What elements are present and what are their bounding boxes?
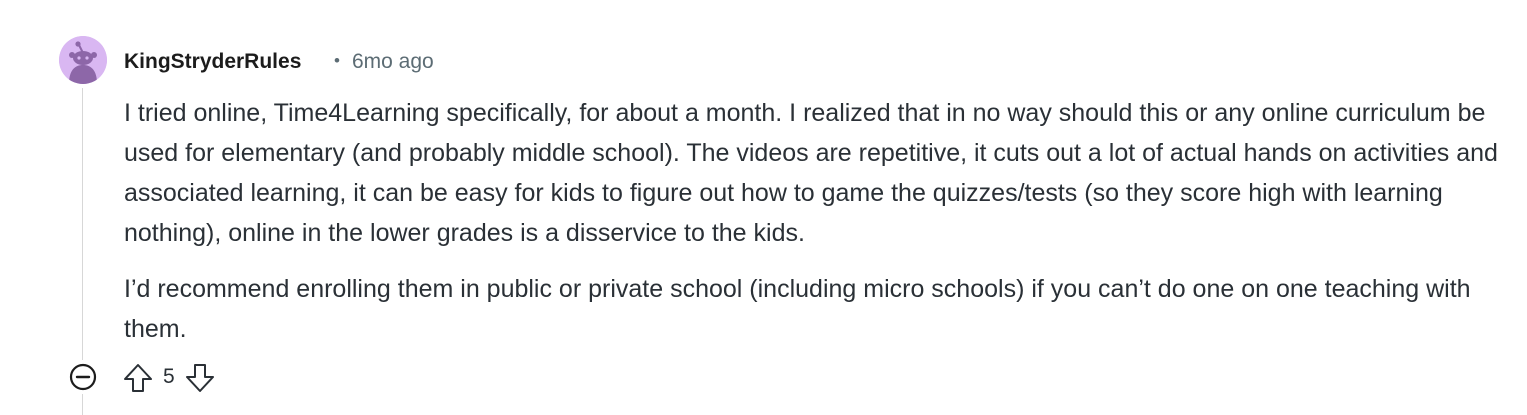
vote-score: 5	[163, 365, 175, 388]
upvote-arrow-icon	[124, 364, 152, 392]
upvote-button[interactable]	[121, 361, 155, 395]
downvote-arrow-icon	[186, 364, 214, 392]
snoo-avatar-icon	[59, 36, 107, 84]
collapse-minus-icon	[69, 363, 97, 391]
timestamp[interactable]: 6mo ago	[352, 50, 434, 74]
comment: KingStryderRules • 6mo ago I tried onlin…	[0, 0, 1527, 415]
meta-separator: •	[334, 51, 340, 70]
comment-paragraph: I tried online, Time4Learning specifical…	[124, 99, 1498, 247]
avatar[interactable]	[59, 36, 107, 84]
comment-body: I tried online, Time4Learning specifical…	[124, 93, 1504, 365]
downvote-button[interactable]	[183, 361, 217, 395]
comment-paragraph: I’d recommend enrolling them in public o…	[124, 275, 1471, 343]
author-name[interactable]: KingStryderRules	[124, 50, 301, 74]
collapse-button[interactable]	[66, 360, 100, 394]
